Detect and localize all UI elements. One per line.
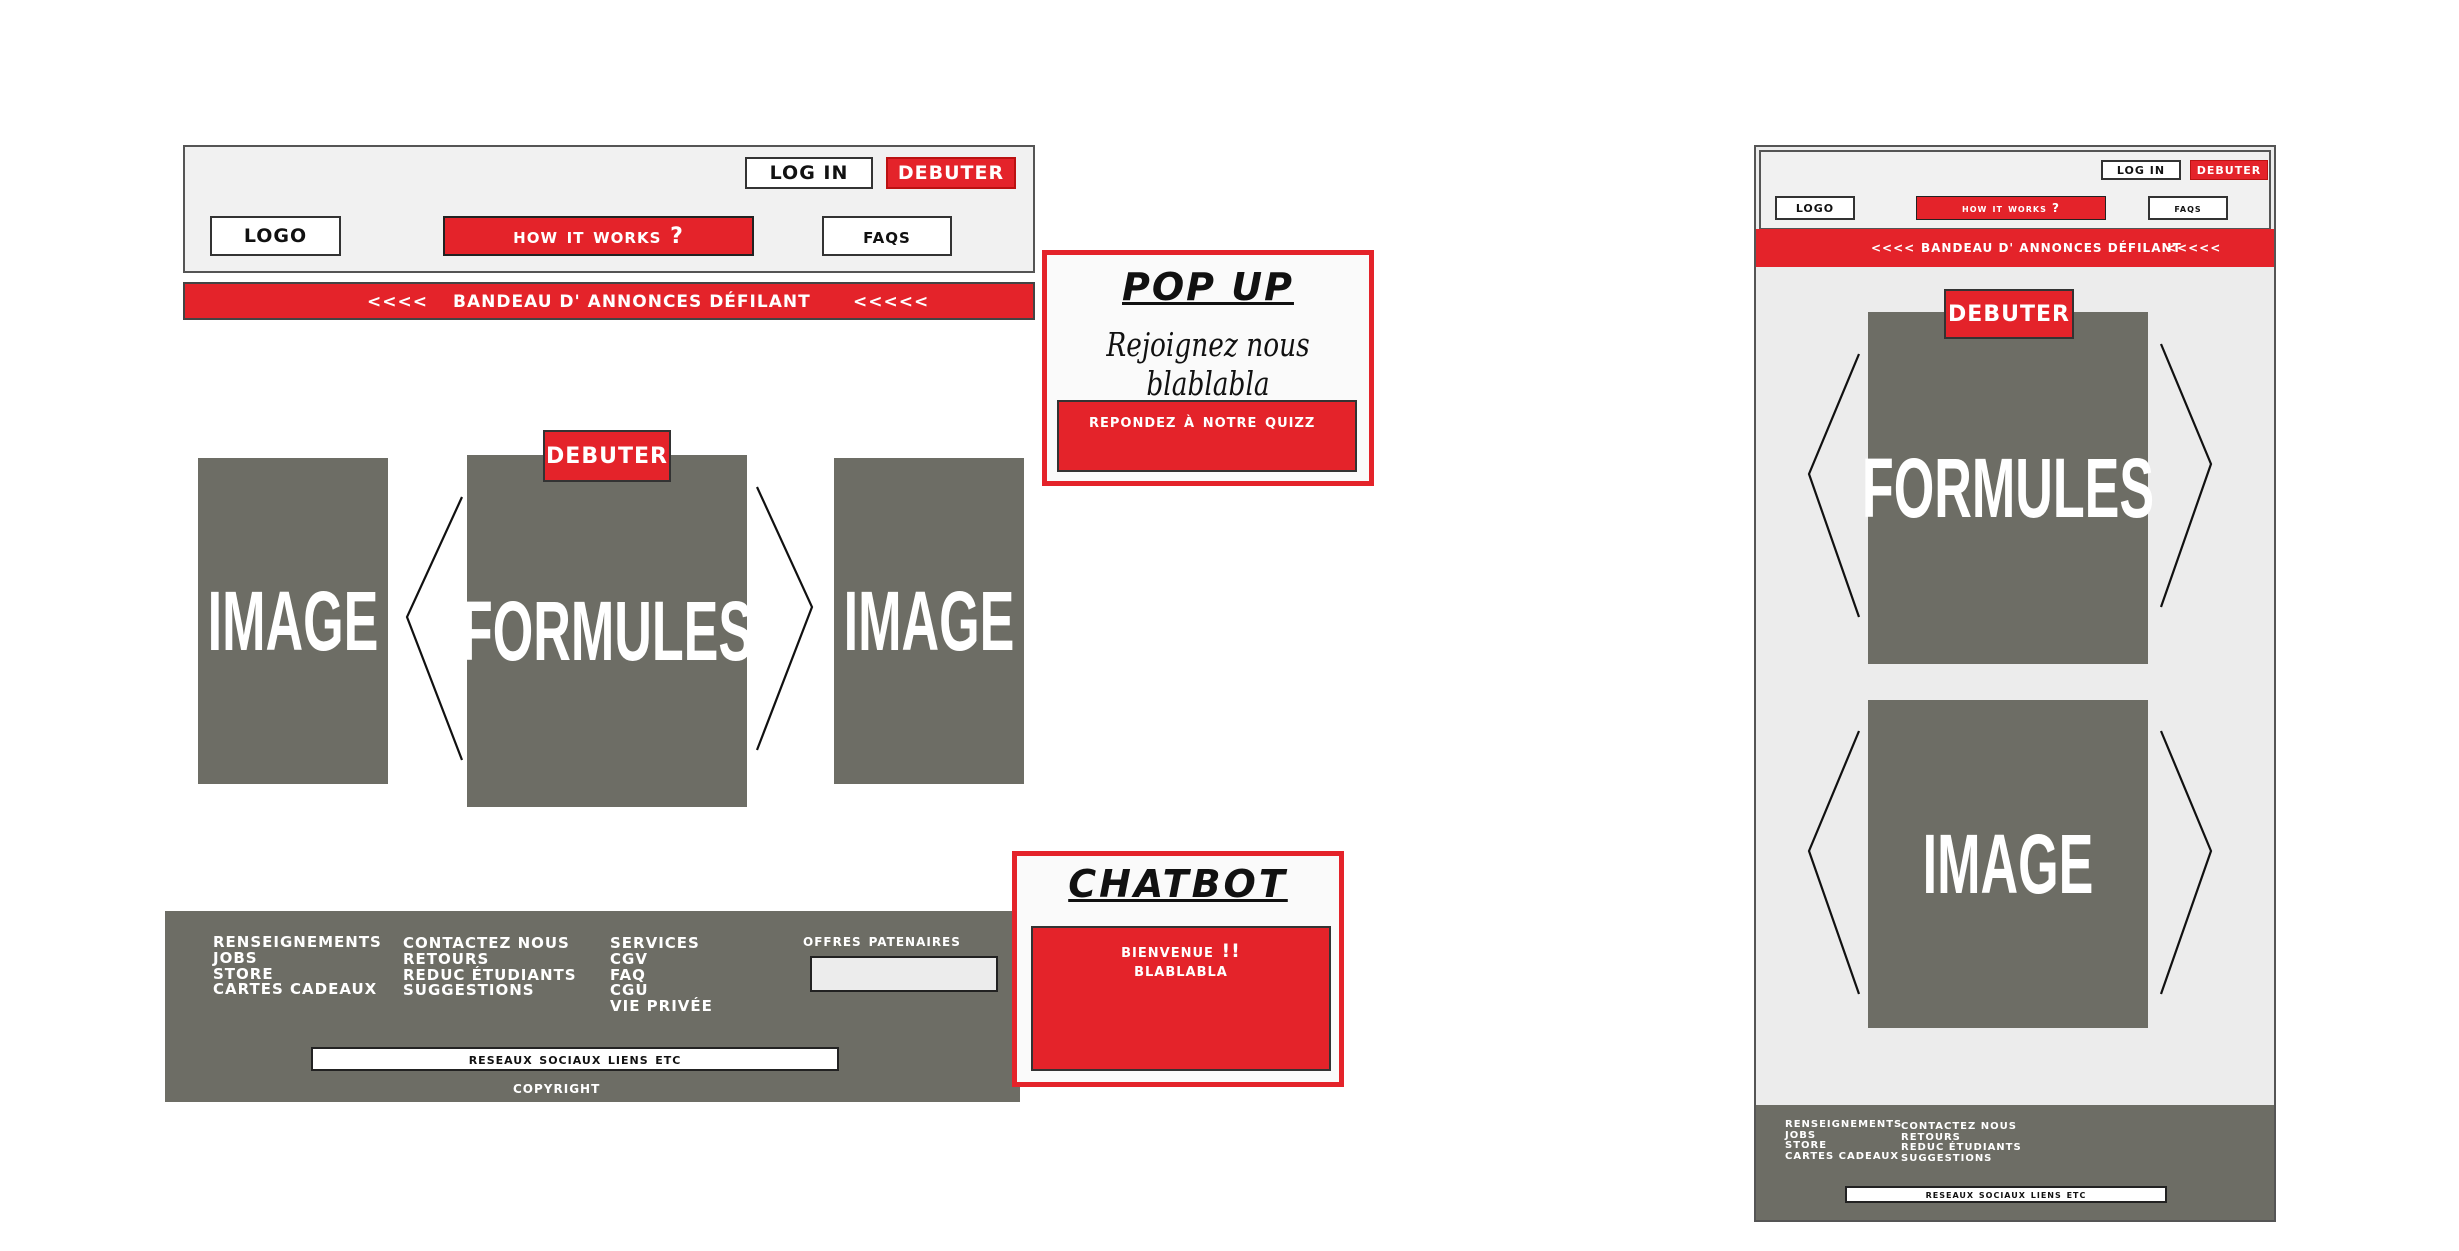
- banner-text: BANDEAU D' ANNONCES DÉFILANT: [453, 292, 811, 312]
- logo[interactable]: LOGO: [210, 216, 341, 256]
- popup-quizz-label: Repondez à notre quizz: [1089, 410, 1316, 432]
- desktop-footer: RENSEIGNEMENTS JOBS STORE CARTES CADEAUX…: [165, 911, 1020, 1102]
- carousel-left-image[interactable]: IMAGE: [198, 458, 388, 784]
- footer-col-1: RENSEIGNEMENTS JOBS STORE CARTES CADEAUX: [213, 934, 382, 998]
- mobile-footer: RENSEIGNEMENTS JOBS STORE CARTES CADEAUX…: [1756, 1105, 2274, 1220]
- mobile-footer-col-2: CONTACTEZ NOUS RETOURS REDUC ÉTUDIANTS S…: [1901, 1121, 2022, 1165]
- partners-input[interactable]: [810, 956, 998, 992]
- mobile-wireframe: LOG IN DEBUTER LOGO How it works ? FAQs …: [1754, 145, 2276, 1222]
- mobile-banner-text: BANDEAU D' ANNONCES DÉFILANT: [1921, 241, 2182, 255]
- chatbot-title: CHATBOT: [1068, 862, 1288, 906]
- carousel-right-image[interactable]: IMAGE: [834, 458, 1024, 784]
- right-image-label: IMAGE: [843, 573, 1015, 668]
- popup-quizz-button[interactable]: Repondez à notre quizz: [1057, 400, 1357, 472]
- footer-link[interactable]: REDUC ÉTUDIANTS: [1901, 1142, 2022, 1154]
- footer-col-2: CONTACTEZ NOUS RETOURS REDUC ÉTUDIANTS S…: [403, 935, 577, 999]
- footer-link[interactable]: STORE: [1785, 1140, 1902, 1152]
- mobile-footer-col-1: RENSEIGNEMENTS JOBS STORE CARTES CADEAUX: [1785, 1119, 1902, 1163]
- mobile-announcement-banner[interactable]: <<<< BANDEAU D' ANNONCES DÉFILANT <<<<<: [1756, 229, 2274, 267]
- footer-link[interactable]: RENSEIGNEMENTS: [1785, 1119, 1902, 1131]
- mobile-formules-next-icon[interactable]: [2156, 342, 2216, 612]
- footer-link[interactable]: CARTES CADEAUX: [213, 981, 382, 998]
- footer-col-3: SERVICES CGV FAQ CGU VIE PRIVÉE: [610, 935, 713, 1015]
- banner-right-arrows: <<<<<: [853, 292, 930, 312]
- formules-debuter-button[interactable]: DEBUTER: [543, 430, 671, 482]
- formules-card[interactable]: FORMULES: [460, 455, 754, 807]
- how-it-works-button[interactable]: How it works ?: [443, 216, 754, 256]
- footer-link[interactable]: CONTACTEZ NOUS: [1901, 1121, 2022, 1133]
- left-image-label: IMAGE: [207, 573, 379, 668]
- mobile-formules-prev-icon[interactable]: [1804, 352, 1864, 622]
- formules-label: FORMULES: [460, 583, 754, 678]
- chatbot-message-line2: blablabla: [1134, 959, 1228, 981]
- mobile-logo[interactable]: LOGO: [1775, 196, 1855, 220]
- footer-link[interactable]: VIE PRIVÉE: [610, 998, 713, 1015]
- desktop-wireframe: LOG IN DEBUTER LOGO How it works ? FAQs …: [0, 0, 1400, 1251]
- footer-link[interactable]: CARTES CADEAUX: [1785, 1151, 1902, 1163]
- announcement-banner[interactable]: <<<< BANDEAU D' ANNONCES DÉFILANT <<<<<: [183, 282, 1035, 320]
- banner-left-arrows: <<<<: [367, 292, 428, 312]
- popup-title: POP UP: [1122, 265, 1294, 309]
- partners-label: Offres Patenaires: [803, 931, 961, 951]
- social-links-bar[interactable]: Reseaux sociaux liens etc: [311, 1047, 839, 1071]
- debuter-button-header[interactable]: DEBUTER: [886, 157, 1016, 189]
- copyright-text: COPYRIGHT: [513, 1078, 601, 1098]
- chatbot-window[interactable]: CHATBOT Bienvenue !! blablabla: [1012, 851, 1344, 1087]
- mobile-how-it-works-button[interactable]: How it works ?: [1916, 196, 2106, 220]
- mobile-image-prev-icon[interactable]: [1804, 729, 1864, 999]
- popup-window[interactable]: POP UP Rejoignez nous blablabla Repondez…: [1042, 250, 1374, 486]
- carousel-next-icon[interactable]: [752, 485, 818, 755]
- login-button[interactable]: LOG IN: [745, 157, 873, 189]
- mobile-image-label: IMAGE: [1922, 816, 2094, 911]
- chatbot-message: Bienvenue !! blablabla: [1031, 926, 1331, 1071]
- mobile-formules-label: FORMULES: [1861, 440, 2155, 535]
- footer-link[interactable]: SUGGESTIONS: [403, 982, 577, 999]
- footer-link[interactable]: SUGGESTIONS: [1901, 1153, 2022, 1165]
- mobile-formules-card[interactable]: FORMULES: [1861, 312, 2155, 664]
- mobile-social-links-bar[interactable]: Reseaux sociaux liens etc: [1845, 1186, 2167, 1203]
- mobile-image-card[interactable]: IMAGE: [1868, 700, 2148, 1028]
- mobile-login-button[interactable]: LOG IN: [2101, 160, 2181, 180]
- carousel-prev-icon[interactable]: [402, 495, 468, 765]
- mobile-banner-right-arrows: <<<<<: [2166, 241, 2222, 255]
- mobile-image-next-icon[interactable]: [2156, 729, 2216, 999]
- faqs-button[interactable]: FAQs: [822, 216, 952, 256]
- mobile-faqs-button[interactable]: FAQs: [2148, 196, 2228, 220]
- popup-text: Rejoignez nous blablabla: [1106, 325, 1310, 403]
- mobile-debuter-button-header[interactable]: DEBUTER: [2190, 160, 2268, 180]
- mobile-banner-left-arrows: <<<<: [1871, 241, 1916, 255]
- mobile-debuter-button[interactable]: DEBUTER: [1944, 289, 2074, 339]
